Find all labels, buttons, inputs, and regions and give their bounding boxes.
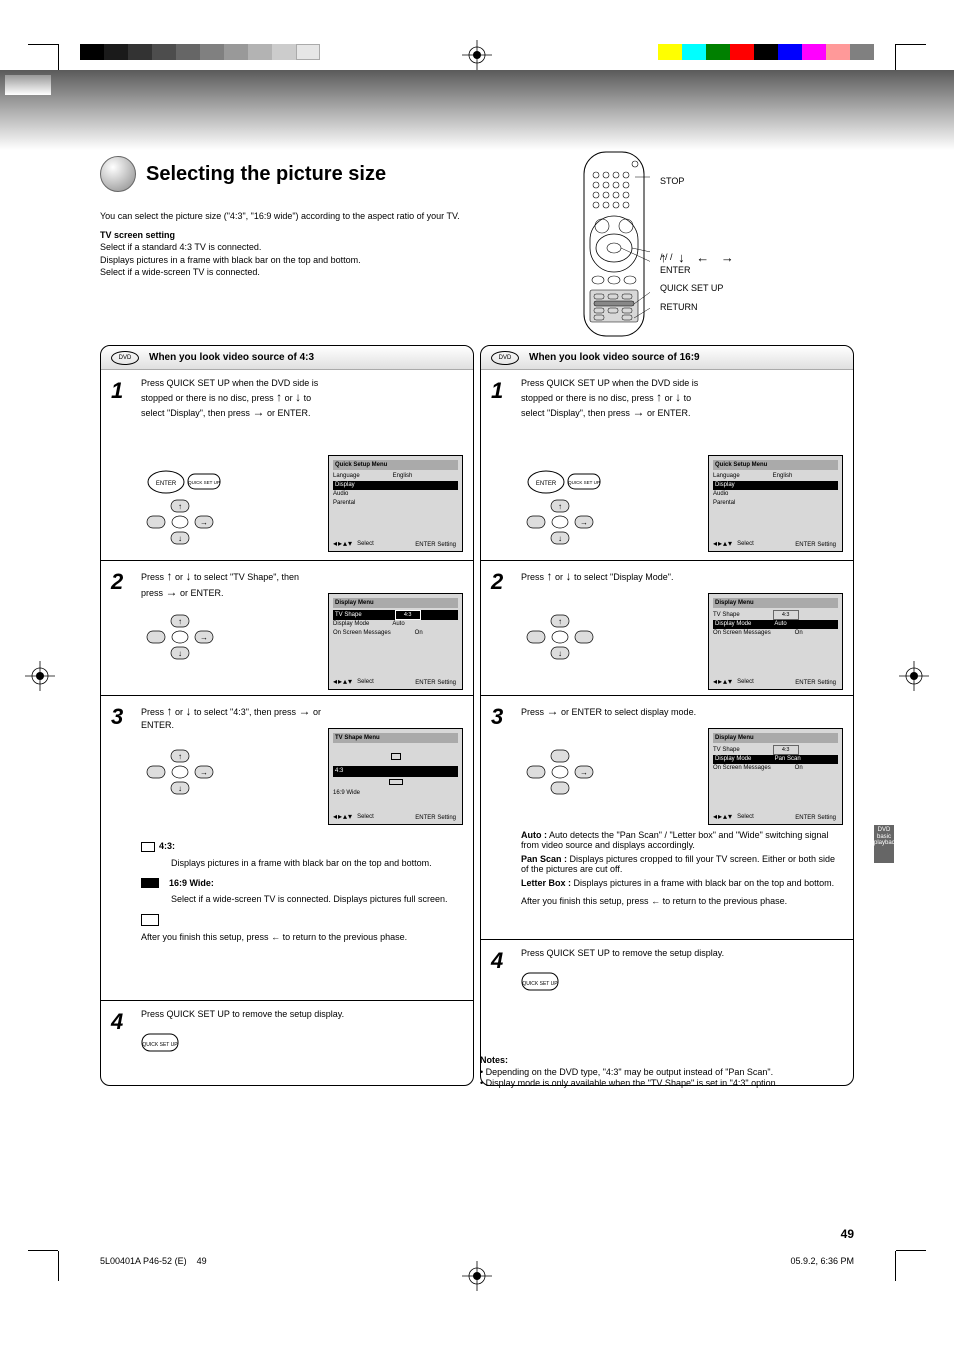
- step-number: 1: [491, 378, 503, 404]
- svg-text:→: →: [580, 768, 588, 777]
- step-number: 1: [111, 378, 123, 404]
- page-title-row: Selecting the picture size: [100, 156, 854, 192]
- svg-text:↑: ↑: [178, 752, 182, 761]
- svg-text:→: →: [200, 633, 208, 642]
- svg-text:ENTER: ENTER: [156, 481, 177, 487]
- step-number: 2: [111, 569, 123, 595]
- svg-text:QUICK SET UP: QUICK SET UP: [188, 480, 220, 485]
- step-number: 3: [491, 704, 503, 730]
- crop-mark: [28, 1250, 58, 1251]
- quick-setup-button-icon: QUICK SET UP: [141, 1033, 463, 1055]
- osd-screenshot: TV Shape Menu 4:3 16:9 Wide ◂▸▴▾Select E…: [328, 728, 463, 825]
- dpad-icon: ENTER QUICK SET UP ↑ ↓ →: [521, 462, 611, 549]
- page-title: Selecting the picture size: [146, 163, 386, 186]
- notes-block: Notes: • Depending on the DVD type, "4:3…: [480, 1055, 840, 1090]
- registration-mark-icon: [25, 661, 55, 691]
- step-number: 2: [491, 569, 503, 595]
- crop-mark: [58, 1251, 59, 1281]
- svg-text:↓: ↓: [178, 784, 182, 793]
- svg-text:→: →: [200, 768, 208, 777]
- svg-text:QUICK SET UP: QUICK SET UP: [142, 1042, 178, 1048]
- svg-text:QUICK SET UP: QUICK SET UP: [568, 480, 600, 485]
- sidebar-tab: DVD basic playback: [874, 825, 894, 863]
- svg-text:↑: ↑: [558, 502, 562, 511]
- quick-setup-button-icon: QUICK SET UP: [521, 972, 843, 994]
- osd-screenshot: Display Menu TV Shape 4:3 Display Mode A…: [708, 593, 843, 690]
- svg-text:↑: ↑: [178, 502, 182, 511]
- footer-meta: 05.9.2, 6:36 PM: [790, 1256, 854, 1266]
- intro-text: You can select the picture size ("4:3", …: [100, 210, 480, 279]
- osd-screenshot: Quick Setup Menu Language English Displa…: [328, 455, 463, 552]
- svg-text:→: →: [580, 518, 588, 527]
- osd-screenshot: Quick Setup Menu Language English Displa…: [708, 455, 843, 552]
- svg-text:↓: ↓: [558, 534, 562, 543]
- svg-text:↑: ↑: [178, 617, 182, 626]
- crop-mark: [896, 1250, 926, 1251]
- dpad-icon: ENTER QUICK SET UP ↑ ↓ →: [141, 462, 231, 549]
- dvd-badge: DVD: [111, 351, 139, 365]
- right-panel: DVD When you look video source of 16:9 1…: [480, 345, 854, 1086]
- dvd-badge: DVD: [491, 351, 519, 365]
- remote-diagram: [580, 150, 650, 340]
- footer-filename: 5L00401A P46-52 (E) 49: [100, 1256, 207, 1266]
- crop-mark: [896, 44, 926, 45]
- dpad-icon: →: [521, 738, 611, 825]
- crop-mark: [895, 1251, 896, 1281]
- step-number: 4: [111, 1009, 123, 1035]
- svg-text:↑: ↑: [558, 617, 562, 626]
- svg-text:QUICK SET UP: QUICK SET UP: [522, 981, 558, 987]
- step-number: 4: [491, 948, 503, 974]
- dpad-icon: ↑ ↓ →: [141, 603, 231, 690]
- osd-screenshot: Display Menu TV Shape 4:3 Display Mode P…: [708, 728, 843, 825]
- svg-text:→: →: [200, 518, 208, 527]
- header-inner: [5, 75, 51, 95]
- step-number: 3: [111, 704, 123, 730]
- header-band: [0, 70, 954, 150]
- registration-mark-icon: [462, 1261, 492, 1291]
- svg-text:↓: ↓: [178, 649, 182, 658]
- registration-mark-icon: [899, 661, 929, 691]
- osd-screenshot: Display Menu TV Shape 4:3 Display Mode A…: [328, 593, 463, 690]
- svg-text:ENTER: ENTER: [536, 481, 557, 487]
- dpad-icon: ↑ ↓: [521, 603, 611, 690]
- crop-mark: [28, 44, 58, 45]
- dpad-icon: ↑ ↓ →: [141, 738, 231, 825]
- grayscale-bars: [80, 44, 320, 60]
- registration-mark-icon: [462, 40, 492, 70]
- svg-text:↓: ↓: [558, 649, 562, 658]
- title-bullet-icon: [100, 156, 136, 192]
- page-number: 49: [841, 1227, 854, 1241]
- left-panel: DVD When you look video source of 4:3 1 …: [100, 345, 474, 1086]
- color-bars: [658, 44, 874, 60]
- svg-text:↓: ↓: [178, 534, 182, 543]
